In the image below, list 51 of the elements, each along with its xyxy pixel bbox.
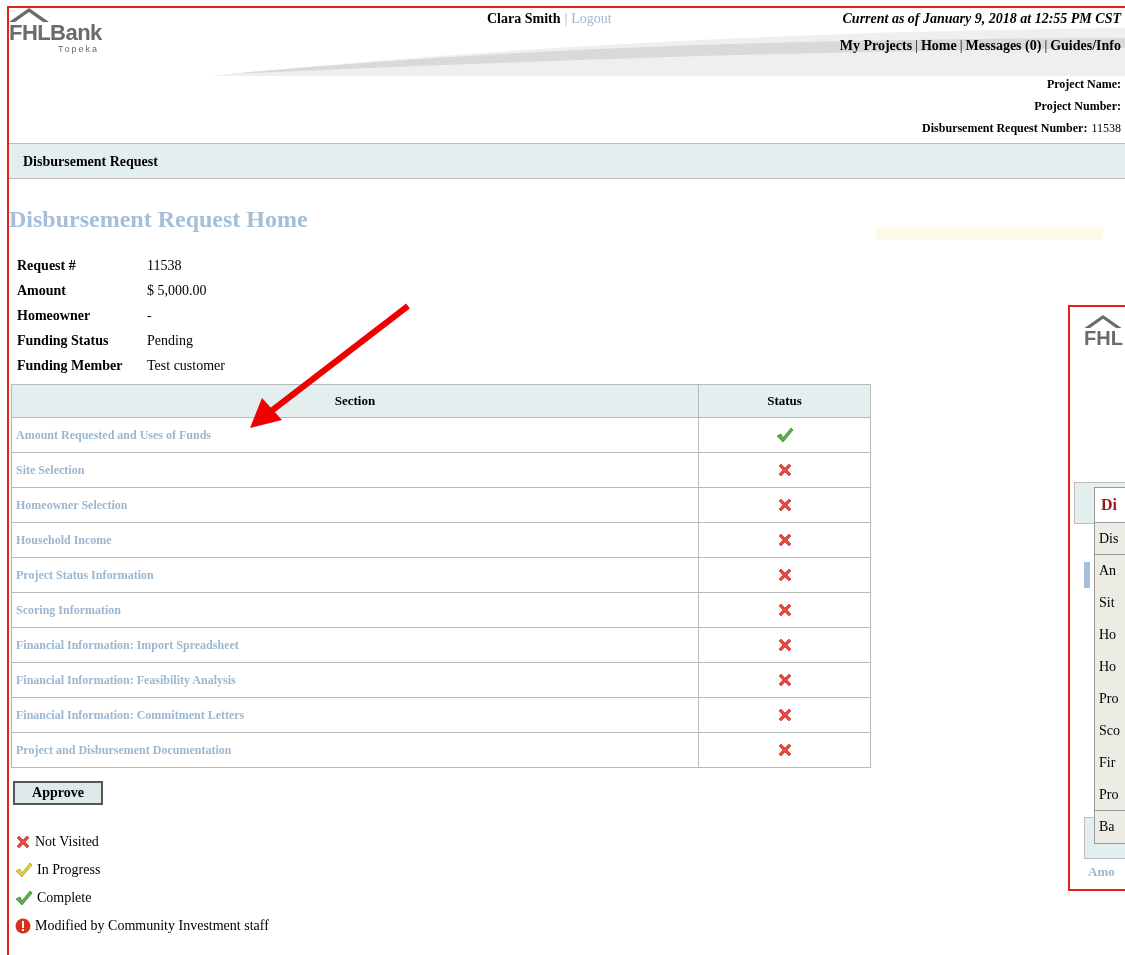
detail-label: Request # [17, 257, 77, 275]
page-title: Disbursement Request Home [9, 205, 309, 233]
inset-link-text: Amo [1088, 864, 1115, 880]
detail-value: - [147, 307, 153, 325]
nav-link[interactable]: My Projects [839, 35, 913, 56]
logo-text: FHL [1084, 328, 1123, 348]
legend-label: Not Visited [35, 833, 99, 851]
detail-value: Pending [147, 332, 194, 350]
info-value: 11538 [1091, 120, 1121, 137]
timestamp: Current as of January 9, 2018 at 12:55 PM CST [842, 10, 1121, 28]
legend-label: Modified by Community Investment staff [35, 917, 269, 935]
detail-label: Funding Status [17, 332, 110, 350]
roof-icon [1084, 315, 1122, 328]
menu-item[interactable]: Dis [1095, 523, 1125, 554]
approve-button[interactable]: Approve [13, 781, 103, 805]
band-title: Disbursement Request [23, 152, 158, 171]
legend-label: Complete [37, 889, 92, 907]
menu-item[interactable]: Ba [1095, 811, 1125, 842]
logo-subtext: Topeka [57, 44, 99, 54]
separator: | [1044, 37, 1048, 55]
separator: | [959, 37, 963, 55]
menu-item[interactable]: Ho [1095, 651, 1125, 682]
logo-text: FHLBank [9, 22, 102, 44]
nav-link[interactable]: Guides/Info [1050, 35, 1121, 56]
detail-value: $ 5,000.00 [147, 282, 208, 300]
column-header: Section [11, 384, 699, 418]
info-label: Project Name: [1046, 76, 1121, 93]
detail-value: 11538 [147, 257, 183, 275]
menu-item[interactable]: Ho [1095, 619, 1125, 650]
menu-title: Di [1094, 487, 1125, 523]
menu-item[interactable]: An [1095, 555, 1125, 586]
menu-item[interactable]: Pro [1095, 683, 1125, 714]
nav-link[interactable]: Home [921, 35, 957, 56]
user-name: Clara Smith [487, 10, 561, 28]
menu-item[interactable]: Sco [1095, 715, 1125, 746]
detail-label: Amount [17, 282, 67, 300]
detail-value: Test customer [147, 357, 225, 375]
menu-item[interactable]: Sit [1095, 587, 1125, 618]
menu-item[interactable]: Fir [1095, 747, 1125, 778]
separator: | [915, 37, 918, 55]
menu-item[interactable]: Pro [1095, 779, 1125, 810]
inset-title-mark [1084, 562, 1090, 588]
detail-label: Funding Member [17, 357, 124, 375]
info-label: Disbursement Request Number: [922, 120, 1088, 137]
detail-label: Homeowner [17, 307, 92, 325]
nav-link[interactable]: Messages (0) [965, 35, 1042, 56]
roof-icon [9, 8, 49, 22]
separator: | [564, 10, 568, 28]
legend-label: In Progress [37, 861, 101, 879]
column-header: Status [698, 384, 871, 418]
info-label: Project Number: [1034, 98, 1121, 115]
